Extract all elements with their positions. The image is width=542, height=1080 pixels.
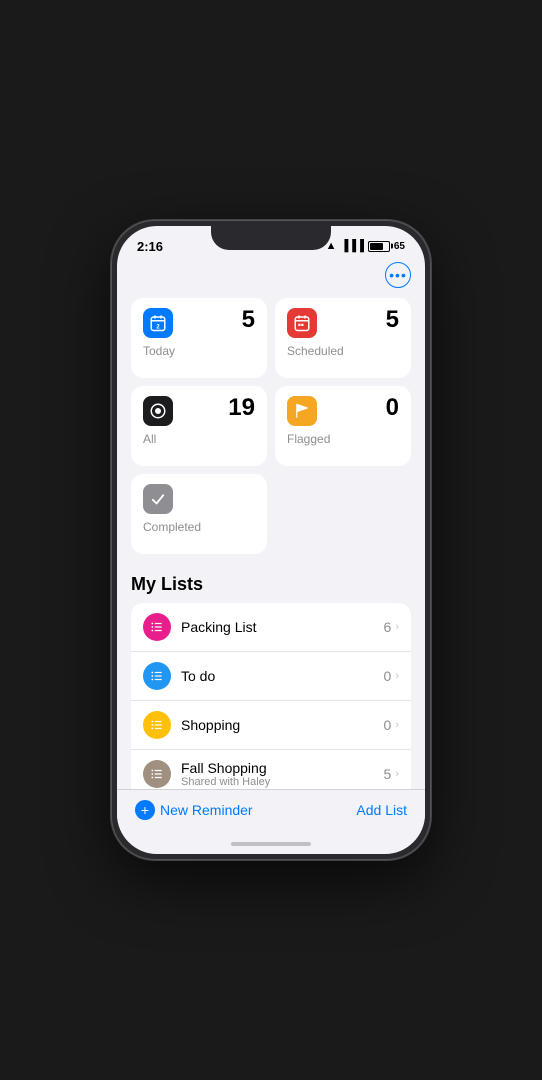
status-time: 2:16 — [137, 239, 163, 254]
all-label: All — [143, 432, 255, 446]
more-button[interactable]: ••• — [385, 262, 411, 288]
scheduled-label: Scheduled — [287, 344, 399, 358]
flagged-card[interactable]: 0 Flagged — [275, 386, 411, 466]
scheduled-icon — [287, 308, 317, 338]
scheduled-card[interactable]: 5 Scheduled — [275, 298, 411, 378]
new-reminder-icon: + — [135, 800, 155, 820]
svg-text:2: 2 — [156, 324, 160, 330]
today-icon: 2 — [143, 308, 173, 338]
notch — [211, 226, 331, 250]
shopping-list-icon — [143, 711, 171, 739]
today-card[interactable]: 2 5 Today — [131, 298, 267, 378]
new-reminder-button[interactable]: + New Reminder — [135, 800, 253, 820]
battery-percent: 65 — [394, 241, 405, 252]
home-indicator — [117, 834, 425, 854]
packing-list-count: 6 — [384, 619, 392, 635]
new-reminder-label: New Reminder — [160, 802, 253, 818]
todo-list-text: To do — [181, 668, 384, 684]
more-icon: ••• — [389, 268, 407, 282]
packing-list-right: 6 › — [384, 619, 399, 635]
bottom-toolbar: + New Reminder Add List — [117, 789, 425, 834]
todo-list-right: 0 › — [384, 668, 399, 684]
status-icons: ▲ ▐▐▐ 65 — [326, 240, 405, 252]
packing-list-icon — [143, 613, 171, 641]
shopping-list-item[interactable]: Shopping 0 › — [131, 701, 411, 750]
shopping-list-count: 0 — [384, 717, 392, 733]
smart-lists-grid: 2 5 Today — [131, 298, 411, 554]
shopping-list-right: 0 › — [384, 717, 399, 733]
shopping-list-chevron: › — [395, 719, 399, 731]
completed-label: Completed — [143, 520, 255, 534]
completed-card[interactable]: Completed — [131, 474, 267, 554]
shopping-list-text: Shopping — [181, 717, 384, 733]
signal-icon: ▐▐▐ — [340, 240, 363, 252]
my-lists-container: Packing List 6 › — [131, 603, 411, 789]
todo-list-icon — [143, 662, 171, 690]
home-bar — [231, 842, 311, 846]
flagged-label: Flagged — [287, 432, 399, 446]
packing-list-item[interactable]: Packing List 6 › — [131, 603, 411, 652]
phone-frame: 2:16 ▲ ▐▐▐ 65 ••• — [111, 220, 431, 860]
fall-shopping-list-right: 5 › — [384, 766, 399, 782]
todo-list-name: To do — [181, 668, 384, 684]
fall-shopping-list-subtitle: Shared with Haley — [181, 776, 384, 788]
fall-shopping-list-count: 5 — [384, 766, 392, 782]
completed-icon — [143, 484, 173, 514]
all-icon — [143, 396, 173, 426]
main-content: ••• 2 — [117, 258, 425, 789]
today-count: 5 — [242, 308, 255, 332]
todo-list-chevron: › — [395, 670, 399, 682]
packing-list-text: Packing List — [181, 619, 384, 635]
my-lists-header: My Lists — [131, 574, 411, 595]
todo-list-count: 0 — [384, 668, 392, 684]
all-card[interactable]: 19 All — [131, 386, 267, 466]
fall-shopping-list-text: Fall Shopping Shared with Haley — [181, 760, 384, 788]
fall-shopping-list-name: Fall Shopping — [181, 760, 384, 776]
fall-shopping-list-item[interactable]: Fall Shopping Shared with Haley 5 › — [131, 750, 411, 789]
all-count: 19 — [228, 396, 255, 420]
fall-shopping-list-chevron: › — [395, 768, 399, 780]
battery-icon — [368, 241, 390, 252]
phone-screen: 2:16 ▲ ▐▐▐ 65 ••• — [117, 226, 425, 854]
packing-list-chevron: › — [395, 621, 399, 633]
today-label: Today — [143, 344, 255, 358]
shopping-list-name: Shopping — [181, 717, 384, 733]
scheduled-count: 5 — [386, 308, 399, 332]
todo-list-item[interactable]: To do 0 › — [131, 652, 411, 701]
flagged-count: 0 — [386, 396, 399, 420]
flagged-icon — [287, 396, 317, 426]
packing-list-name: Packing List — [181, 619, 384, 635]
fall-shopping-list-icon — [143, 760, 171, 788]
add-list-button[interactable]: Add List — [356, 802, 407, 818]
top-bar: ••• — [131, 262, 411, 288]
